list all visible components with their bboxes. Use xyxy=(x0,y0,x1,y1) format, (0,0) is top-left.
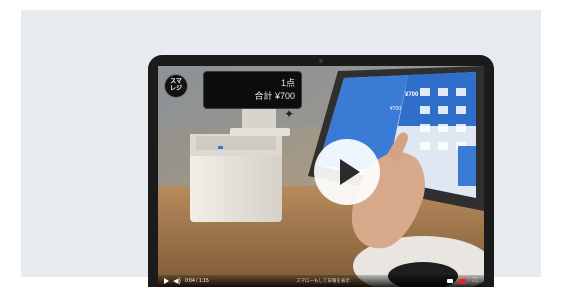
tablet-amount-2: ¥700 xyxy=(390,106,402,112)
camera-dot xyxy=(319,59,323,63)
display-quantity: 1点 xyxy=(280,78,295,88)
brand-logo: スマ レジ xyxy=(164,74,188,98)
play-button[interactable] xyxy=(314,139,380,205)
tablet-amount-1: ¥700 xyxy=(405,92,419,98)
logo-line2: レジ xyxy=(169,86,182,92)
laptop-frame: スマ レジ 1点 合計 ¥700 ✦ ¥700 ¥700 ◀) 0:04 / 1… xyxy=(148,55,494,287)
logo-line1: スマ xyxy=(170,79,182,85)
display-total: 合計 ¥700 xyxy=(254,91,295,101)
customer-display: 1点 合計 ¥700 ✦ xyxy=(203,71,302,121)
video-player[interactable]: スマ レジ 1点 合計 ¥700 ✦ ¥700 ¥700 ◀) 0:04 / 1… xyxy=(158,66,484,287)
page-background: スマ レジ 1点 合計 ¥700 ✦ ¥700 ¥700 ◀) 0:04 / 1… xyxy=(21,10,541,287)
star-logo-icon: ✦ xyxy=(283,107,294,121)
